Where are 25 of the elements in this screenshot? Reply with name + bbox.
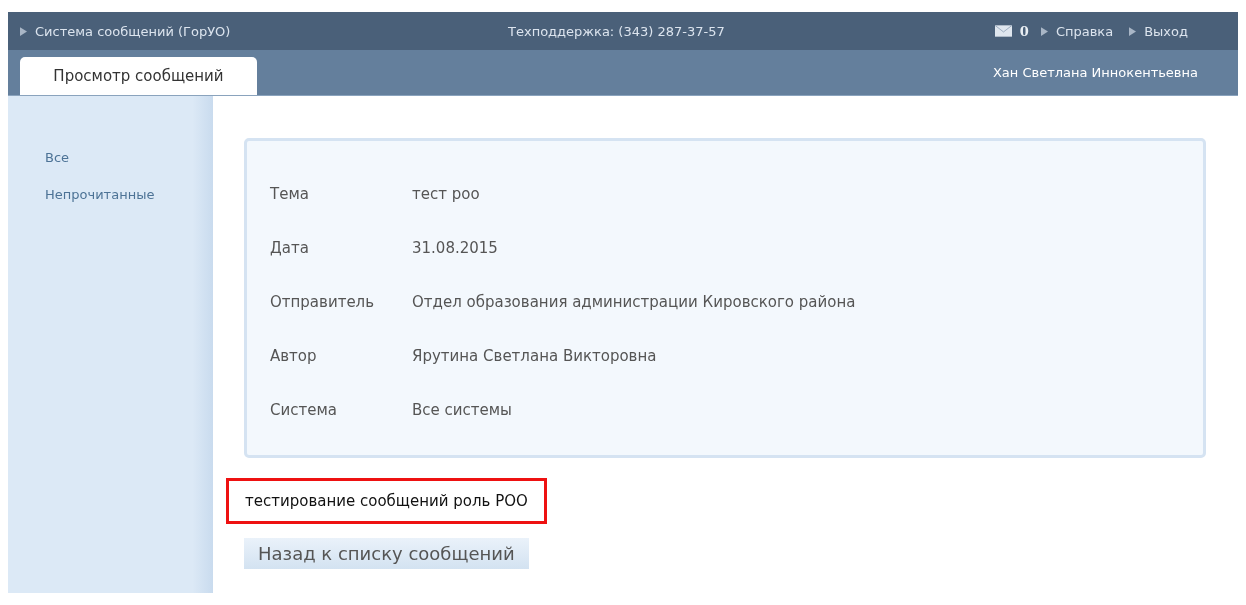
field-value: 31.08.2015 xyxy=(412,239,498,257)
triangle-icon xyxy=(1129,26,1137,36)
mail-icon[interactable] xyxy=(994,25,1012,37)
tab[interactable]: Просмотр сообщений xyxy=(20,57,257,95)
back-button[interactable]: Назад к списку сообщений xyxy=(244,538,529,569)
triangle-icon xyxy=(1040,26,1048,36)
sidebar-link[interactable]: Непрочитанные xyxy=(45,187,213,202)
field-value: Все системы xyxy=(412,401,512,419)
sidebar-link[interactable]: Все xyxy=(45,150,213,165)
app-title-link[interactable]: Система сообщений (ГорУО) xyxy=(35,23,231,39)
field-value: Отдел образования администрации Кировского района xyxy=(412,293,856,311)
message-text: тестирование сообщений роль РОО xyxy=(245,492,528,510)
support-phone: Техподдержка: (343) 287-37-57 xyxy=(508,23,725,39)
field-label: Автор xyxy=(270,347,318,365)
field-value: Ярутина Светлана Викторовна xyxy=(412,347,657,365)
field-label: Тема xyxy=(270,185,310,203)
top-link[interactable]: Справка xyxy=(1055,23,1114,39)
field-label: Дата xyxy=(270,239,310,257)
triangle-icon xyxy=(20,26,27,36)
mail-count: 0 xyxy=(1019,23,1029,39)
field-label: Система xyxy=(270,401,338,419)
user-name: Хан Светлана Иннокентьевна xyxy=(992,65,1198,80)
field-label: Отправитель xyxy=(270,293,376,311)
field-value: тест роо xyxy=(412,185,480,203)
top-link[interactable]: Выход xyxy=(1144,23,1188,39)
